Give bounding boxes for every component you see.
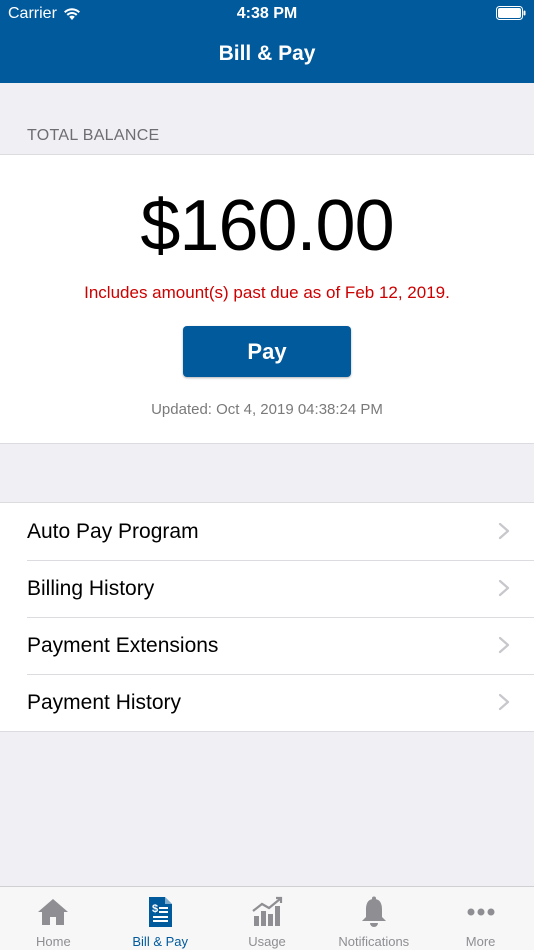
bill-icon: $ bbox=[149, 897, 173, 927]
tab-label: Bill & Pay bbox=[132, 934, 189, 949]
header: Carrier 4:38 PM Bill & Pay bbox=[0, 0, 534, 83]
home-icon bbox=[38, 899, 69, 925]
page-title: Bill & Pay bbox=[218, 42, 316, 65]
bell-icon bbox=[361, 896, 386, 927]
tab-label: More bbox=[465, 934, 496, 949]
chevron-right-icon bbox=[498, 693, 510, 711]
menu-item-label: Payment History bbox=[27, 690, 182, 714]
chevron-right-icon bbox=[498, 636, 510, 654]
tab-label: Notifications bbox=[338, 934, 410, 949]
menu-item-label: Payment Extensions bbox=[27, 633, 219, 657]
past-due-notice: Includes amount(s) past due as of Feb 12… bbox=[84, 283, 450, 302]
status-bar: Carrier 4:38 PM bbox=[0, 0, 534, 28]
menu-item-payment-history[interactable]: Payment History bbox=[0, 674, 534, 731]
tab-home[interactable]: Home bbox=[0, 887, 107, 950]
balance-amount: $160.00 bbox=[140, 186, 394, 266]
chevron-right-icon bbox=[498, 522, 510, 540]
menu-item-label: Auto Pay Program bbox=[27, 519, 199, 543]
tab-label: Usage bbox=[248, 934, 286, 949]
status-time: 4:38 PM bbox=[236, 5, 298, 22]
menu-item-label: Billing History bbox=[27, 576, 155, 600]
tab-usage[interactable]: Usage bbox=[214, 887, 321, 950]
chevron-right-icon bbox=[498, 579, 510, 597]
usage-chart-icon bbox=[252, 896, 283, 926]
tab-notifications[interactable]: Notifications bbox=[320, 887, 427, 950]
billing-menu: Auto Pay Program Billing History Payment… bbox=[0, 502, 534, 732]
battery-icon bbox=[496, 6, 526, 20]
balance-card: $160.00 Includes amount(s) past due as o… bbox=[0, 154, 534, 444]
tab-more[interactable]: More bbox=[427, 887, 534, 950]
menu-item-auto-pay[interactable]: Auto Pay Program bbox=[0, 503, 534, 560]
svg-text:$: $ bbox=[152, 903, 158, 915]
tab-bill-pay[interactable]: $ Bill & Pay bbox=[107, 887, 214, 950]
menu-item-payment-extensions[interactable]: Payment Extensions bbox=[0, 617, 534, 674]
total-balance-label: TOTAL BALANCE bbox=[27, 127, 160, 144]
tab-label: Home bbox=[36, 934, 71, 949]
pay-button[interactable]: Pay bbox=[183, 326, 351, 377]
ellipsis-icon bbox=[467, 908, 495, 916]
updated-timestamp: Updated: Oct 4, 2019 04:38:24 PM bbox=[151, 401, 383, 418]
menu-item-billing-history[interactable]: Billing History bbox=[0, 560, 534, 617]
tab-bar: Home $ Bill & Pay Usage Notifications Mo… bbox=[0, 886, 534, 950]
